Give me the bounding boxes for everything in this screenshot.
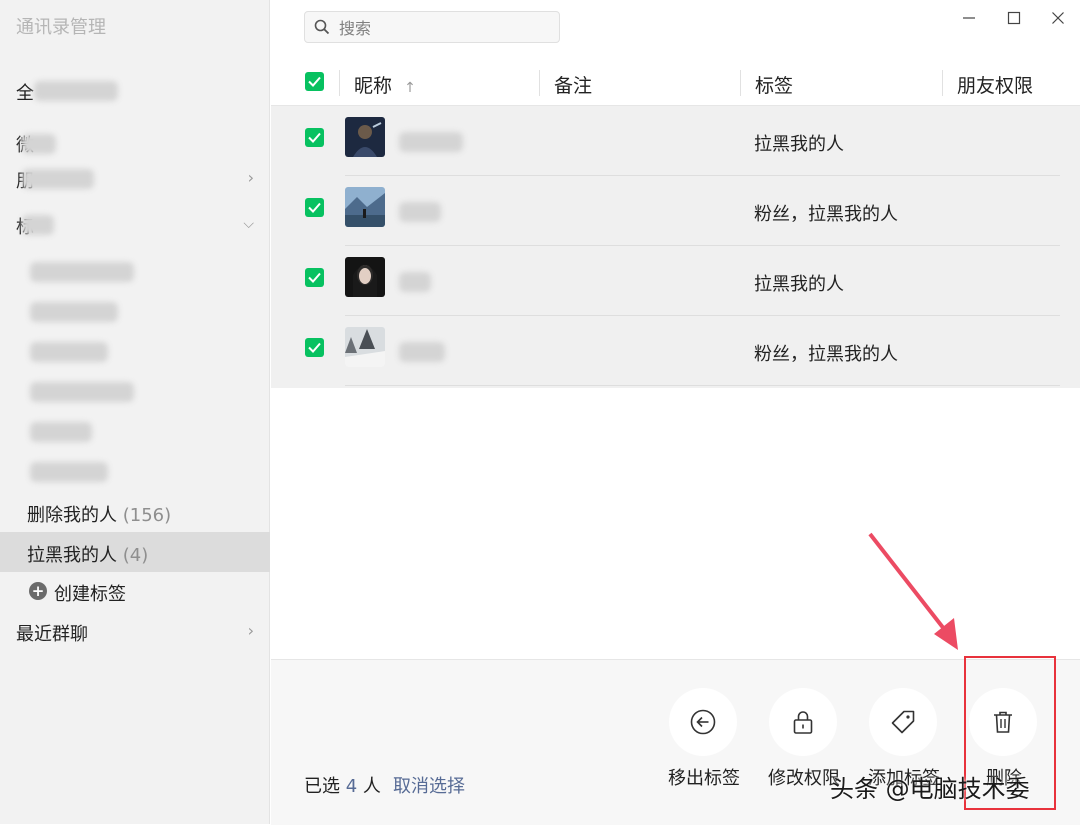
sidebar-item-recent-groups[interactable]: 最近群聊 ›: [0, 611, 270, 651]
tag-item-blurred[interactable]: [30, 302, 118, 322]
sidebar-tag-blocked-me[interactable]: 拉黑我的人 (4): [0, 532, 270, 572]
sort-ascending-icon: ↑: [404, 80, 416, 96]
tag-item-blurred[interactable]: [30, 342, 108, 362]
tag-icon: [891, 710, 915, 734]
sidebar-item-all-contacts[interactable]: 全: [0, 70, 270, 110]
maximize-icon: [1007, 11, 1021, 25]
action-label: 移出标签: [668, 768, 740, 789]
contact-tags: 拉黑我的人: [754, 274, 844, 295]
avatar: [345, 187, 385, 227]
column-nickname[interactable]: 昵称 ↑: [354, 71, 416, 98]
checkmark-icon: [308, 132, 321, 143]
column-divider: [539, 70, 540, 96]
column-divider: [942, 70, 943, 96]
chevron-right-icon: ›: [247, 621, 254, 640]
search-icon: [314, 19, 330, 35]
tag-item-blurred[interactable]: [30, 422, 92, 442]
sidebar-item-wechat[interactable]: 微: [0, 122, 270, 162]
blurred-nickname: [399, 272, 431, 292]
tag-label: 拉黑我的人: [27, 545, 117, 566]
blurred-text: [22, 134, 56, 154]
create-tag-button[interactable]: + 创建标签: [0, 571, 270, 611]
avatar: [345, 327, 385, 367]
checkmark-icon: [308, 272, 321, 283]
sidebar-item-tags[interactable]: 标 ⌵: [0, 204, 270, 244]
row-checkbox[interactable]: [305, 128, 324, 147]
table-row[interactable]: 粉丝，拉黑我的人: [271, 176, 1080, 246]
tag-count: (4): [122, 545, 149, 566]
sidebar: 通讯录管理 全 微 朋 › 标 ⌵ 删除我的人 (156) 拉黑我的人 (4) …: [0, 0, 270, 824]
tag-item-blurred[interactable]: [30, 462, 108, 482]
blurred-nickname: [399, 202, 441, 222]
table-row[interactable]: 粉丝，拉黑我的人: [271, 316, 1080, 386]
lock-icon: [793, 711, 813, 734]
column-tags[interactable]: 标签: [755, 71, 793, 98]
maximize-button[interactable]: [999, 6, 1029, 30]
contact-tags: 粉丝，拉黑我的人: [754, 204, 898, 225]
tag-item-blurred[interactable]: [30, 382, 134, 402]
close-button[interactable]: [1043, 6, 1073, 30]
remove-from-tag-button[interactable]: 移出标签: [659, 688, 749, 808]
sidebar-tag-deleted-me[interactable]: 删除我的人 (156): [0, 492, 270, 532]
table-header: 昵称 ↑ 备注 标签 朋友权限: [271, 62, 1080, 106]
search-input[interactable]: [337, 16, 551, 40]
sidebar-item-label: 最近群聊: [16, 624, 88, 645]
checkmark-icon: [308, 76, 321, 87]
blurred-text: [22, 169, 94, 189]
avatar: [345, 257, 385, 297]
row-checkbox[interactable]: [305, 268, 324, 287]
checkmark-icon: [308, 342, 321, 353]
row-divider: [345, 385, 1060, 386]
minimize-icon: [963, 17, 975, 19]
column-divider: [339, 70, 340, 96]
column-friend-permissions[interactable]: 朋友权限: [957, 71, 1033, 98]
blurred-nickname: [399, 342, 445, 362]
checkmark-icon: [308, 202, 321, 213]
sidebar-item-friends[interactable]: 朋 ›: [0, 158, 270, 198]
annotation-arrow: [868, 532, 958, 650]
blurred-text: [34, 81, 118, 101]
close-icon: [1052, 12, 1064, 24]
contact-tags: 粉丝，拉黑我的人: [754, 344, 898, 365]
row-checkbox[interactable]: [305, 338, 324, 357]
tag-count: (156): [122, 505, 172, 526]
table-row[interactable]: 拉黑我的人: [271, 106, 1080, 176]
chevron-down-icon: ⌵: [243, 216, 254, 232]
tag-item-blurred[interactable]: [30, 262, 134, 282]
selection-count: 已选 4 人: [304, 776, 381, 797]
window-title: 通讯录管理: [16, 17, 106, 38]
select-all-checkbox[interactable]: [305, 72, 324, 91]
cancel-selection-link[interactable]: 取消选择: [393, 772, 465, 798]
row-checkbox[interactable]: [305, 198, 324, 217]
chevron-right-icon: ›: [247, 168, 254, 187]
arrow-left-circle-icon: [690, 709, 716, 735]
blurred-text: [22, 215, 54, 235]
minimize-button[interactable]: [954, 6, 984, 30]
column-remark[interactable]: 备注: [554, 71, 592, 98]
column-divider: [740, 70, 741, 96]
table-row[interactable]: 拉黑我的人: [271, 246, 1080, 316]
create-tag-label: 创建标签: [54, 584, 126, 605]
tag-label: 删除我的人: [27, 505, 117, 526]
contact-list: 拉黑我的人 粉丝，拉黑我的人 拉黑我的人 粉丝，拉黑我的人: [271, 106, 1080, 388]
search-box[interactable]: [304, 11, 560, 43]
sidebar-item-label: 全: [16, 83, 34, 104]
blurred-nickname: [399, 132, 463, 152]
plus-icon: +: [29, 582, 47, 600]
watermark: 头条 @电脑技术委: [830, 775, 1030, 803]
avatar: [345, 117, 385, 157]
contact-tags: 拉黑我的人: [754, 134, 844, 155]
